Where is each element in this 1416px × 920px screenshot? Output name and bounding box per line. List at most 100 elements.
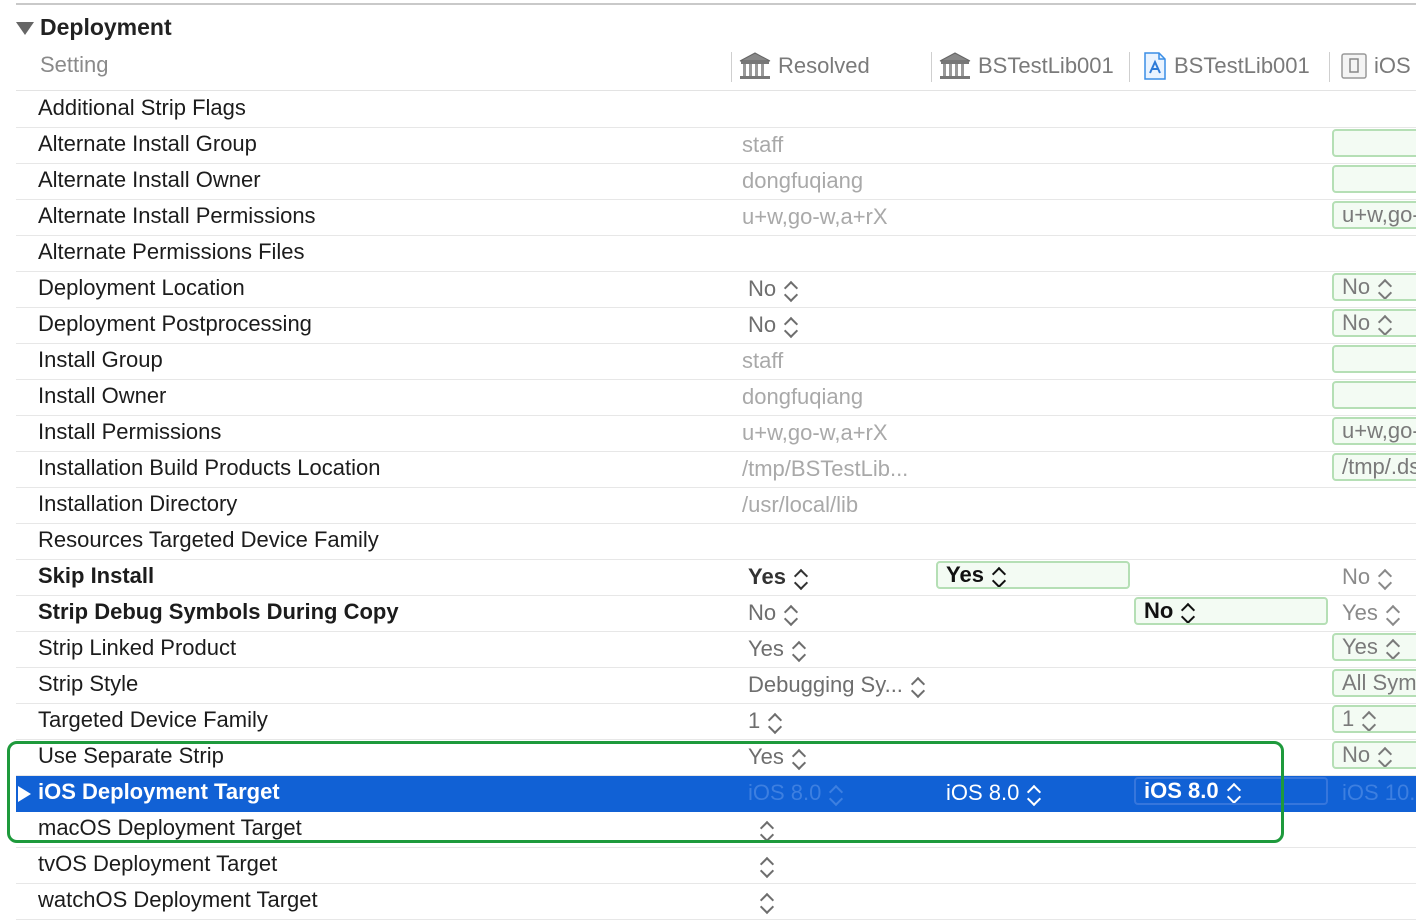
setting-column-header[interactable]: Setting [40, 52, 109, 78]
stepper-icon[interactable] [1377, 745, 1393, 767]
platform-value[interactable]: No [1332, 309, 1416, 337]
column-separator [1129, 52, 1130, 82]
stepper-icon[interactable] [828, 783, 844, 807]
stepper-icon[interactable] [1361, 709, 1377, 731]
platform-value[interactable]: iOS 10. [1342, 779, 1415, 807]
table-row[interactable]: Strip Linked Product Yes Yes [16, 632, 1416, 668]
table-row[interactable]: Installation Build Products Location/tmp… [16, 452, 1416, 488]
resolved-value: /usr/local/lib [742, 491, 858, 519]
target-value-text: No [1144, 598, 1174, 623]
target-value[interactable]: No [1134, 597, 1328, 625]
stepper-icon[interactable] [791, 639, 806, 663]
stepper-icon[interactable] [1385, 637, 1400, 659]
setting-name: Installation Build Products Location [38, 455, 381, 480]
table-row[interactable]: iOS Deployment Target iOS 8.0 iOS 8.0 iOS 8… [16, 776, 1416, 812]
platform-value[interactable]: u+w,go- [1332, 417, 1416, 445]
setting-name: Alternate Install Owner [38, 167, 261, 192]
platform-value[interactable] [1332, 381, 1416, 409]
table-row[interactable]: Alternate Permissions Files [16, 236, 1416, 272]
resolved-value-text: Debugging Sy... [748, 672, 903, 697]
platform-value-text: /tmp/.ds [1342, 454, 1416, 479]
stepper-icon[interactable] [1226, 781, 1241, 803]
resolved-column-header[interactable]: Resolved [738, 48, 870, 84]
platform-value-text: All Sym [1342, 670, 1416, 695]
section-header[interactable]: Deployment [16, 12, 172, 42]
platform-value[interactable]: No [1332, 273, 1416, 301]
resolved-value: staff [742, 131, 783, 159]
project-column-label: BSTestLib001 [978, 53, 1114, 78]
table-row[interactable]: Strip Debug Symbols During Copy No No Yes [16, 596, 1416, 632]
stepper-icon[interactable] [1377, 313, 1393, 335]
project-value-text: Yes [946, 562, 984, 587]
platform-value[interactable]: No [1332, 741, 1416, 769]
app-target-icon [1144, 52, 1166, 80]
project-value[interactable]: iOS 8.0 [946, 779, 1042, 807]
platform-value[interactable]: Yes [1332, 633, 1416, 661]
platform-value[interactable]: u+w,go- [1332, 201, 1416, 229]
stepper-icon[interactable] [783, 315, 799, 339]
table-row[interactable]: Install Group staff [16, 344, 1416, 380]
setting-name: tvOS Deployment Target [38, 851, 278, 876]
resolved-column-label: Resolved [778, 53, 870, 78]
resolved-value: u+w,go-w,a+rX [742, 203, 888, 231]
table-row[interactable]: Resources Targeted Device Family [16, 524, 1416, 560]
platform-value[interactable]: Yes [1342, 599, 1400, 627]
table-row[interactable]: Additional Strip Flags [16, 92, 1416, 128]
platform-value[interactable] [1332, 129, 1416, 157]
stepper-icon[interactable] [991, 565, 1007, 587]
stepper-icon[interactable] [767, 711, 783, 735]
table-row[interactable]: Skip Install Yes Yes No [16, 560, 1416, 596]
table-row[interactable]: Alternate Install Group staff [16, 128, 1416, 164]
table-row[interactable]: watchOS Deployment Target [16, 884, 1416, 920]
stepper-icon[interactable] [793, 567, 809, 591]
resolved-value [752, 887, 775, 915]
resolved-value-text: /usr/local/lib [742, 492, 859, 517]
stepper-icon[interactable] [759, 819, 775, 843]
stepper-icon[interactable] [1180, 601, 1196, 623]
table-row[interactable]: Strip Style Debugging Sy... All Sym [16, 668, 1416, 704]
table-row[interactable]: Install Permissions u+w,go-w,a+rX u+w,go- [16, 416, 1416, 452]
target-value[interactable]: iOS 8.0 [1134, 777, 1328, 805]
table-row[interactable]: Targeted Device Family 1 1 [16, 704, 1416, 740]
platform-value[interactable] [1332, 165, 1416, 193]
stepper-icon[interactable] [1377, 567, 1393, 591]
platform-value[interactable]: /tmp/.ds [1332, 453, 1416, 481]
table-row[interactable]: Use Separate Strip Yes No [16, 740, 1416, 776]
table-row[interactable]: Install Owner dongfuqiang [16, 380, 1416, 416]
stepper-icon[interactable] [1377, 277, 1393, 299]
stepper-icon[interactable] [759, 891, 775, 915]
platform-value[interactable]: All Sym [1332, 669, 1416, 697]
stepper-icon[interactable] [791, 747, 806, 771]
stepper-icon[interactable] [1385, 603, 1400, 627]
platform-column-header[interactable]: iOS [1340, 48, 1416, 84]
disclosure-triangle-icon[interactable] [18, 786, 31, 802]
target-column-header[interactable]: BSTestLib001 [1142, 48, 1310, 84]
setting-name: Install Permissions [38, 419, 222, 444]
project-column-header[interactable]: BSTestLib001 [938, 48, 1114, 84]
table-row[interactable]: Alternate Install Permissions u+w,go-w,a+… [16, 200, 1416, 236]
project-value-text: iOS 8.0 [946, 780, 1020, 805]
disclosure-triangle-icon[interactable] [16, 21, 34, 35]
platform-value[interactable]: 1 [1332, 705, 1416, 733]
table-row[interactable]: Alternate Install Owner dongfuqiang [16, 164, 1416, 200]
project-value[interactable]: Yes [936, 561, 1130, 589]
resolved-value-text: /tmp/BSTestLib... [742, 456, 909, 481]
platform-value-text: No [1342, 274, 1371, 299]
top-divider [16, 3, 1416, 5]
stepper-icon[interactable] [910, 675, 925, 699]
platform-value[interactable]: No [1342, 563, 1393, 591]
table-row[interactable]: Deployment Location No No [16, 272, 1416, 308]
stepper-icon[interactable] [1026, 783, 1042, 807]
table-row[interactable]: tvOS Deployment Target [16, 848, 1416, 884]
building-icon [739, 52, 771, 79]
table-row[interactable]: Installation Directory/usr/local/lib [16, 488, 1416, 524]
table-row[interactable]: macOS Deployment Target [16, 812, 1416, 848]
stepper-icon[interactable] [783, 279, 799, 303]
platform-column-label: iOS [1374, 53, 1411, 78]
resolved-value [752, 815, 775, 843]
platform-value[interactable] [1332, 345, 1416, 373]
stepper-icon[interactable] [783, 603, 799, 627]
stepper-icon[interactable] [759, 855, 775, 879]
section-title: Deployment [40, 13, 172, 40]
table-row[interactable]: Deployment Postprocessing No No [16, 308, 1416, 344]
